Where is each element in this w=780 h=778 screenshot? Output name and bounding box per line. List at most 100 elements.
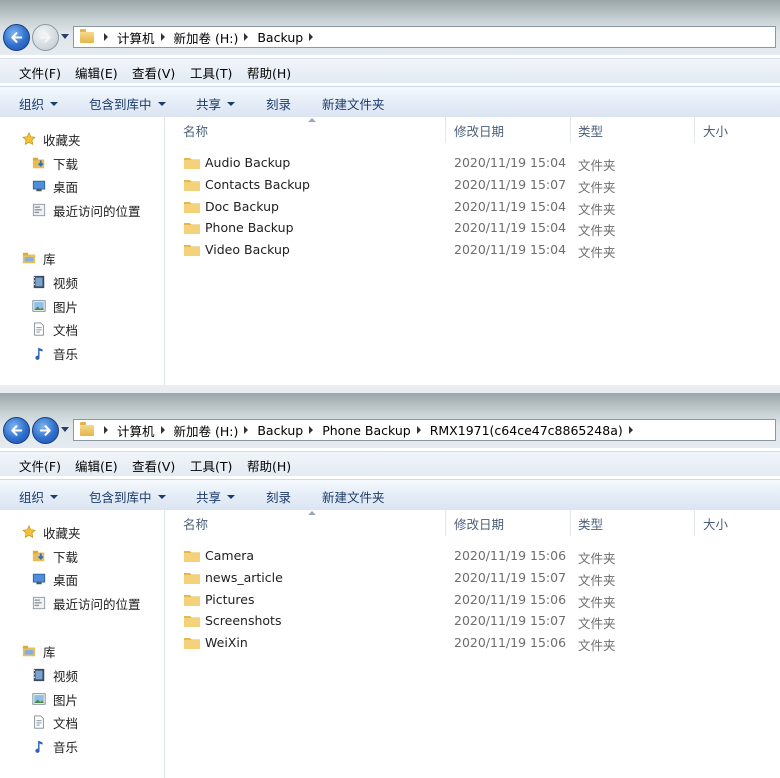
- breadcrumb-chevron-icon[interactable]: [309, 426, 314, 434]
- address-bar[interactable]: 计算机 新加卷 (H:) Backup Phone Backup RMX1971…: [73, 419, 776, 441]
- organize-button[interactable]: 组织: [19, 487, 59, 506]
- column-header-name[interactable]: 名称: [165, 117, 446, 143]
- sidebar-item-music[interactable]: 音乐: [31, 736, 78, 756]
- back-button[interactable]: [3, 24, 30, 51]
- explorer-window-phone-backup: 计算机 新加卷 (H:) Backup Phone Backup RMX1971…: [0, 393, 780, 778]
- menu-help[interactable]: 帮助(H): [247, 456, 291, 475]
- sidebar-item-desktop[interactable]: 桌面: [31, 569, 78, 589]
- breadcrumb-phone-backup[interactable]: Phone Backup: [322, 423, 411, 438]
- column-label: 大小: [703, 123, 729, 139]
- address-bar[interactable]: 计算机 新加卷 (H:) Backup: [73, 26, 776, 48]
- breadcrumb-backup[interactable]: Backup: [257, 30, 303, 45]
- folder-icon: [184, 202, 200, 213]
- new-folder-button[interactable]: 新建文件夹: [322, 94, 385, 113]
- table-row[interactable]: Doc Backup 2020/11/19 15:04 文件夹: [165, 196, 780, 217]
- burn-button[interactable]: 刻录: [266, 487, 291, 506]
- menu-help[interactable]: 帮助(H): [247, 63, 291, 82]
- share-button[interactable]: 共享: [196, 487, 236, 506]
- picture-icon: [32, 693, 46, 705]
- column-header-type[interactable]: 类型: [571, 117, 695, 143]
- sidebar-item-downloads[interactable]: 下载: [31, 546, 78, 566]
- sidebar-item-downloads[interactable]: 下载: [31, 153, 78, 173]
- sidebar-label: 文档: [53, 322, 79, 338]
- forward-button[interactable]: [32, 24, 59, 51]
- folder-icon: [184, 616, 200, 627]
- include-in-library-button[interactable]: 包含到库中: [89, 94, 166, 113]
- sidebar-label: 最近访问的位置: [53, 596, 141, 612]
- table-row[interactable]: Audio Backup 2020/11/19 15:04 文件夹: [165, 152, 780, 173]
- sidebar-item-videos[interactable]: 视频: [31, 272, 78, 292]
- sidebar-item-favorites[interactable]: 收藏夹: [21, 522, 81, 542]
- file-name: WeiXin: [205, 635, 248, 650]
- share-label: 共享: [196, 490, 222, 505]
- sidebar-item-recent-places[interactable]: 最近访问的位置: [31, 593, 141, 613]
- breadcrumb-chevron-icon[interactable]: [160, 426, 165, 434]
- breadcrumb-device[interactable]: RMX1971(c64ce47c8865248a): [430, 423, 623, 438]
- organize-button[interactable]: 组织: [19, 94, 59, 113]
- table-row[interactable]: Pictures 2020/11/19 15:06 文件夹: [165, 589, 780, 610]
- sidebar-item-music[interactable]: 音乐: [31, 343, 78, 363]
- table-row[interactable]: WeiXin 2020/11/19 15:06 文件夹: [165, 632, 780, 653]
- table-row[interactable]: Contacts Backup 2020/11/19 15:07 文件夹: [165, 174, 780, 195]
- sidebar-item-recent-places[interactable]: 最近访问的位置: [31, 200, 141, 220]
- sidebar-item-libraries[interactable]: 库: [21, 641, 56, 661]
- breadcrumb-chevron-icon[interactable]: [104, 33, 108, 41]
- back-button[interactable]: [3, 417, 30, 444]
- include-in-library-button[interactable]: 包含到库中: [89, 487, 166, 506]
- caret-down-icon: [50, 494, 59, 499]
- sidebar-item-pictures[interactable]: 图片: [31, 689, 78, 709]
- sidebar-item-pictures[interactable]: 图片: [31, 296, 78, 316]
- column-header-size[interactable]: 大小: [695, 510, 780, 536]
- breadcrumb-chevron-icon[interactable]: [416, 426, 421, 434]
- table-row[interactable]: Phone Backup 2020/11/19 15:04 文件夹: [165, 217, 780, 238]
- file-name: Camera: [205, 548, 255, 563]
- breadcrumb-computer[interactable]: 计算机: [117, 421, 155, 440]
- breadcrumb-volume-h[interactable]: 新加卷 (H:): [174, 28, 239, 47]
- organize-label: 组织: [19, 490, 45, 505]
- column-header-date[interactable]: 修改日期: [446, 117, 571, 143]
- sidebar-item-videos[interactable]: 视频: [31, 665, 78, 685]
- breadcrumb-chevron-icon[interactable]: [244, 33, 249, 41]
- file-list: 名称 修改日期 类型 大小 Audio Backup 2020/11/19 15…: [165, 117, 780, 385]
- menu-tools[interactable]: 工具(T): [190, 63, 232, 82]
- menu-file[interactable]: 文件(F): [19, 456, 61, 475]
- burn-button[interactable]: 刻录: [266, 94, 291, 113]
- column-header-date[interactable]: 修改日期: [446, 510, 571, 536]
- new-folder-button[interactable]: 新建文件夹: [322, 487, 385, 506]
- breadcrumb-chevron-icon[interactable]: [628, 426, 633, 434]
- breadcrumb-backup[interactable]: Backup: [257, 423, 303, 438]
- sidebar-item-documents[interactable]: 文档: [31, 712, 78, 732]
- breadcrumb-chevron-icon[interactable]: [104, 426, 108, 434]
- recent-pages-dropdown[interactable]: [61, 34, 69, 39]
- picture-icon: [32, 300, 46, 312]
- table-row[interactable]: Video Backup 2020/11/19 15:04 文件夹: [165, 239, 780, 260]
- table-row[interactable]: news_article 2020/11/19 15:07 文件夹: [165, 567, 780, 588]
- forward-button[interactable]: [32, 417, 59, 444]
- sidebar-label: 库: [43, 251, 56, 267]
- sidebar-item-favorites[interactable]: 收藏夹: [21, 129, 81, 149]
- menu-tools[interactable]: 工具(T): [190, 456, 232, 475]
- menu-edit[interactable]: 编辑(E): [75, 456, 118, 475]
- breadcrumb-chevron-icon[interactable]: [309, 33, 314, 41]
- sidebar-item-libraries[interactable]: 库: [21, 248, 56, 268]
- sidebar-item-desktop[interactable]: 桌面: [31, 176, 78, 196]
- menu-file[interactable]: 文件(F): [19, 63, 61, 82]
- column-header-size[interactable]: 大小: [695, 117, 780, 143]
- recent-pages-dropdown[interactable]: [61, 427, 69, 432]
- table-row[interactable]: Camera 2020/11/19 15:06 文件夹: [165, 545, 780, 566]
- breadcrumb-chevron-icon[interactable]: [160, 33, 165, 41]
- menu-view[interactable]: 查看(V): [132, 456, 175, 475]
- breadcrumb-volume-h[interactable]: 新加卷 (H:): [174, 421, 239, 440]
- breadcrumb-computer[interactable]: 计算机: [117, 28, 155, 47]
- column-header-type[interactable]: 类型: [571, 510, 695, 536]
- file-date: 2020/11/19 15:04: [454, 199, 567, 214]
- share-button[interactable]: 共享: [196, 94, 236, 113]
- file-date: 2020/11/19 15:06: [454, 592, 567, 607]
- column-header-name[interactable]: 名称: [165, 510, 446, 536]
- sidebar-item-documents[interactable]: 文档: [31, 319, 78, 339]
- sidebar-label: 视频: [53, 668, 79, 684]
- menu-view[interactable]: 查看(V): [132, 63, 175, 82]
- breadcrumb-chevron-icon[interactable]: [244, 426, 249, 434]
- table-row[interactable]: Screenshots 2020/11/19 15:07 文件夹: [165, 610, 780, 631]
- menu-edit[interactable]: 编辑(E): [75, 63, 118, 82]
